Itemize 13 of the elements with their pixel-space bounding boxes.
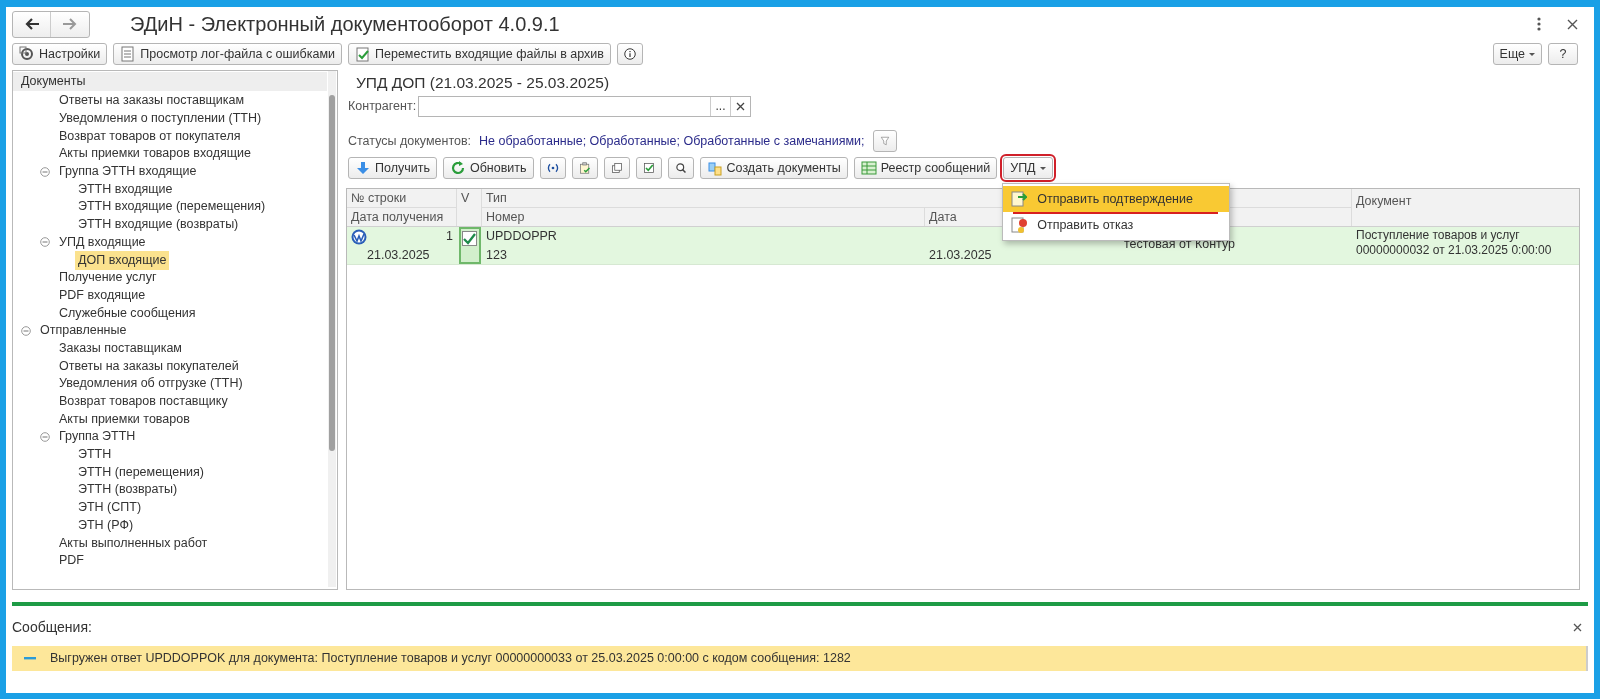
table-cell-text: Поступление товаров и услуг 00000000032 от 21.03.2025 0:00:00 — [1356, 228, 1553, 258]
form-title: УПД ДОП (21.03.2025 - 25.03.2025) — [355, 73, 611, 93]
field-label: Контрагент: — [348, 97, 418, 115]
table-cell-text: 123 — [486, 247, 508, 264]
table-cell: тестовая от Контур — [1124, 237, 1235, 251]
table-cell-text: 1 — [446, 228, 453, 246]
message-text: Выгружен ответ UPDDOPPOK для документа: Поступление товаров и услуг 00000000033 от 25.03.2025 0:00:00 с кодом сообщения: 1282 — [50, 650, 851, 668]
field-label: Статусы документов: — [348, 132, 472, 150]
window-title: ЭДиН - Электронный документооборот 4.0.9.1 — [130, 12, 561, 37]
table-cell-text: UPDDOPPR — [486, 228, 558, 245]
messages-title: Сообщения: — [12, 617, 92, 637]
table-cell-text: 21.03.2025 — [366, 247, 431, 264]
table-cell-text: 21.03.2025 — [929, 247, 993, 264]
